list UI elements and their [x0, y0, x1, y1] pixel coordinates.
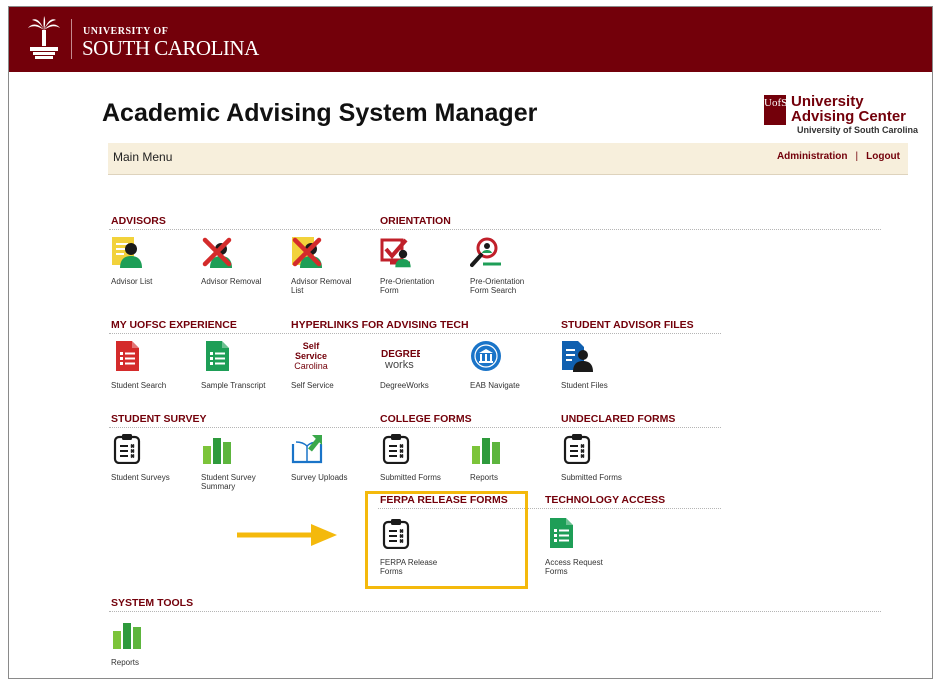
advising-center-logo: UofSC University Advising Center Univers… [764, 93, 932, 143]
tile-label: Student Files [561, 381, 608, 390]
user-list-icon [112, 237, 143, 268]
self-service-logo-line1: Self [303, 341, 321, 351]
tile-access-request-forms[interactable]: Access Request Forms [545, 517, 625, 576]
tile-student-search[interactable]: Student Search [111, 340, 191, 390]
tile-advisor-removal[interactable]: Advisor Removal [201, 236, 281, 286]
banner-divider [71, 19, 72, 59]
logo-line3: University of South Carolina [797, 125, 919, 135]
section-advisors: ADVISORS [111, 215, 166, 227]
section-divider [109, 611, 881, 613]
tile-label: Reports [111, 658, 140, 667]
tile-label: Submitted Forms [380, 473, 441, 482]
tile-survey-uploads[interactable]: Survey Uploads [291, 432, 371, 482]
clipboard-icon [380, 432, 412, 464]
degreeworks-logo: DEGREE works [381, 349, 424, 371]
tile-label: DegreeWorks [380, 381, 429, 390]
green-list-icon [545, 517, 577, 549]
page-frame: UNIVERSITY OF SOUTH CAROLINA Academic Ad… [8, 6, 933, 679]
tile-pre-orientation-form[interactable]: Pre-Orientation Form [380, 236, 460, 295]
section-divider [109, 229, 881, 231]
tile-label: Advisor List [111, 277, 153, 286]
clipboard-icon [561, 432, 593, 464]
tile-student-survey-summary[interactable]: Student Survey Summary [201, 432, 281, 491]
tile-label: Survey Uploads [291, 473, 348, 482]
tile-label: Submitted Forms [561, 473, 622, 482]
main-menu-title: Main Menu [113, 150, 173, 164]
section-technology-access: TECHNOLOGY ACCESS [545, 494, 666, 506]
user-remove-icon [202, 237, 233, 268]
tile-label: Advisor Removal List [291, 277, 352, 295]
self-service-logo-line2: Service [295, 351, 327, 361]
tile-label: Sample Transcript [201, 381, 266, 390]
arrow-icon [237, 524, 337, 546]
section-hyperlinks-advising-tech: HYPERLINKS FOR ADVISING TECH [291, 319, 469, 331]
tile-label: Pre-Orientation Form [380, 277, 435, 295]
section-college-forms: COLLEGE FORMS [380, 413, 472, 425]
student-files-icon [562, 341, 593, 372]
tile-student-surveys[interactable]: Student Surveys [111, 432, 191, 482]
tile-label: Student Search [111, 381, 167, 390]
user-remove-list-icon [292, 237, 323, 268]
university-banner: UNIVERSITY OF SOUTH CAROLINA [9, 7, 932, 72]
checkbox-form-icon [380, 238, 412, 268]
logo-line2: Advising Center [791, 108, 907, 125]
bar-chart-icon [111, 617, 143, 649]
tile-label: Access Request Forms [545, 558, 603, 576]
university-name[interactable]: SOUTH CAROLINA [82, 36, 259, 61]
menu-separator: | [855, 151, 859, 162]
tile-degreeworks[interactable]: DEGREE works DegreeWorks [380, 340, 460, 390]
self-service-logo-line3: Carolina [294, 361, 328, 371]
page-title: Academic Advising System Manager [102, 99, 538, 127]
eab-navigate-icon [471, 341, 501, 371]
administration-link[interactable]: Administration [777, 151, 848, 162]
section-student-advisor-files: STUDENT ADVISOR FILES [561, 319, 694, 331]
tile-college-reports[interactable]: Reports [470, 432, 550, 482]
crest-icon[interactable] [27, 16, 61, 60]
menu-links: Administration | Logout [777, 151, 900, 162]
red-list-icon [111, 340, 143, 372]
tile-sample-transcript[interactable]: Sample Transcript [201, 340, 281, 390]
bar-chart-icon [201, 432, 233, 464]
tile-label: Student Surveys [111, 473, 170, 482]
tile-advisor-list[interactable]: Advisor List [111, 236, 191, 286]
tile-label: EAB Navigate [470, 381, 520, 390]
uofsc-logo-box: UofSC [764, 95, 795, 125]
section-system-tools: SYSTEM TOOLS [111, 597, 194, 609]
section-my-uofsc-experience: MY UOFSC EXPERIENCE [111, 319, 237, 331]
tile-system-reports[interactable]: Reports [111, 617, 191, 667]
tile-eab-navigate[interactable]: EAB Navigate [470, 340, 550, 390]
green-list-icon [201, 340, 233, 372]
upload-book-icon [291, 435, 323, 464]
tile-undeclared-submitted-forms[interactable]: Submitted Forms [561, 432, 641, 482]
tile-pre-orientation-form-search[interactable]: Pre-Orientation Form Search [470, 236, 550, 295]
clipboard-icon [111, 432, 143, 464]
tile-college-submitted-forms[interactable]: Submitted Forms [380, 432, 460, 482]
tile-label: Pre-Orientation Form Search [470, 277, 525, 295]
section-divider [109, 333, 721, 335]
section-undeclared-forms: UNDECLARED FORMS [561, 413, 676, 425]
bar-chart-icon [470, 432, 502, 464]
search-user-icon [470, 237, 501, 267]
degreeworks-logo-line2: works [384, 359, 414, 371]
tile-label: Advisor Removal [201, 277, 262, 286]
tile-label: Reports [470, 473, 499, 482]
section-orientation: ORIENTATION [380, 215, 451, 227]
section-student-survey: STUDENT SURVEY [111, 413, 207, 425]
tile-advisor-removal-list[interactable]: Advisor Removal List [291, 236, 371, 295]
logout-link[interactable]: Logout [866, 151, 900, 162]
tile-label: Self Service [291, 381, 334, 390]
self-service-logo: Self Service Carolina [294, 341, 328, 371]
tile-student-files[interactable]: Student Files [561, 340, 641, 390]
tile-self-service[interactable]: Self Service Carolina Self Service [291, 340, 371, 390]
section-divider [109, 427, 721, 429]
tile-label: Student Survey Summary [201, 473, 256, 491]
ferpa-highlight-box [365, 491, 528, 589]
main-menu-bar: Main Menu Administration | Logout [108, 143, 908, 175]
